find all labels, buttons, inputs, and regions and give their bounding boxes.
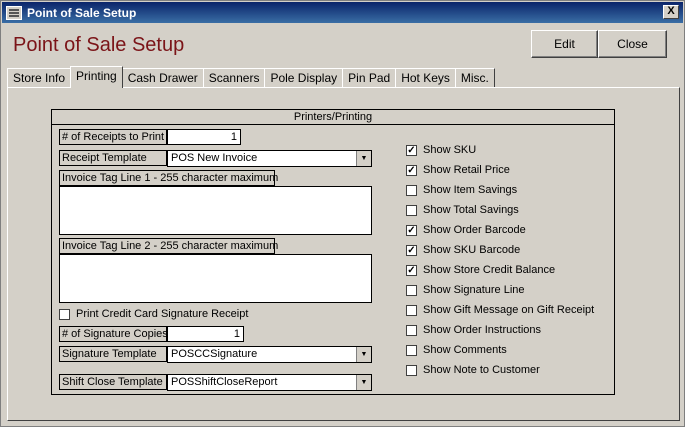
show-option-checkbox[interactable]: ✓ (406, 224, 417, 236)
edit-button[interactable]: Edit (531, 30, 598, 58)
print-signature-checkbox-row[interactable]: Print Credit Card Signature Receipt (59, 306, 248, 322)
show-option-row[interactable]: Show Signature Line (406, 282, 525, 298)
tab-store-info[interactable]: Store Info (7, 68, 72, 88)
show-option-row[interactable]: ✓ Show Order Barcode (406, 222, 526, 238)
show-option-row[interactable]: ✓ Show Retail Price (406, 162, 510, 178)
show-option-checkbox[interactable] (406, 184, 417, 196)
tab-misc[interactable]: Misc. (454, 68, 495, 88)
tag-line-2-textarea[interactable] (59, 254, 372, 303)
signature-template-label: Signature Template (59, 346, 167, 362)
title-bar: Point of Sale Setup X (2, 2, 683, 23)
show-option-checkbox[interactable] (406, 324, 417, 336)
show-option-label: Show Retail Price (423, 164, 510, 176)
show-option-checkbox[interactable] (406, 344, 417, 356)
shift-template-label: Shift Close Template (59, 374, 167, 390)
show-option-checkbox[interactable]: ✓ (406, 164, 417, 176)
show-option-row[interactable]: ✓ Show Store Credit Balance (406, 262, 555, 278)
window-close-button[interactable]: X (663, 5, 679, 19)
tag-line-1-label: Invoice Tag Line 1 - 255 character maxim… (59, 170, 278, 186)
receipt-template-label: Receipt Template (59, 150, 167, 166)
show-option-checkbox[interactable] (406, 304, 417, 316)
print-signature-checkbox[interactable] (59, 308, 70, 320)
show-option-checkbox[interactable] (406, 284, 417, 296)
tab-cash-drawer[interactable]: Cash Drawer (121, 68, 204, 88)
show-option-label: Show SKU (423, 144, 477, 156)
dropdown-arrow-icon[interactable]: ▼ (356, 375, 371, 390)
show-option-row[interactable]: Show Total Savings (406, 202, 519, 218)
show-option-label: Show Signature Line (423, 284, 525, 296)
shift-template-select[interactable]: POSShiftCloseReport ▼ (167, 374, 372, 391)
tab-printing[interactable]: Printing (70, 66, 123, 88)
dropdown-arrow-icon[interactable]: ▼ (356, 151, 371, 166)
receipts-label: # of Receipts to Print (59, 129, 167, 145)
tab-hot-keys[interactable]: Hot Keys (395, 68, 456, 88)
tag-line-1-textarea[interactable] (59, 186, 372, 235)
show-option-label: Show Gift Message on Gift Receipt (423, 304, 595, 316)
show-option-label: Show Item Savings (423, 184, 518, 196)
dropdown-arrow-icon[interactable]: ▼ (356, 347, 371, 362)
page-title: Point of Sale Setup (13, 34, 185, 56)
show-option-checkbox[interactable]: ✓ (406, 264, 417, 276)
show-option-row[interactable]: Show Gift Message on Gift Receipt (406, 302, 594, 318)
show-option-label: Show Total Savings (423, 204, 519, 216)
pos-setup-window: Point of Sale Setup X Point of Sale Setu… (0, 0, 685, 427)
show-option-row[interactable]: ✓ Show SKU Barcode (406, 242, 520, 258)
close-button[interactable]: Close (598, 30, 667, 58)
window-title: Point of Sale Setup (27, 5, 137, 20)
group-title: Printers/Printing (52, 110, 614, 125)
show-option-label: Show Order Barcode (423, 224, 526, 236)
show-option-row[interactable]: Show Comments (406, 342, 507, 358)
print-signature-label: Print Credit Card Signature Receipt (76, 308, 249, 320)
show-option-label: Show SKU Barcode (423, 244, 521, 256)
receipts-count-input[interactable]: 1 (167, 129, 241, 145)
show-option-checkbox[interactable] (406, 364, 417, 376)
signature-template-value: POSCCSignature (171, 348, 258, 360)
tab-scanners[interactable]: Scanners (202, 68, 266, 88)
signature-copies-input[interactable]: 1 (167, 326, 244, 342)
show-option-row[interactable]: Show Item Savings (406, 182, 517, 198)
signature-template-select[interactable]: POSCCSignature ▼ (167, 346, 372, 363)
show-option-checkbox[interactable]: ✓ (406, 144, 417, 156)
tab-pin-pad[interactable]: Pin Pad (342, 68, 397, 88)
tab-pole-display[interactable]: Pole Display (264, 68, 344, 88)
show-option-checkbox[interactable]: ✓ (406, 244, 417, 256)
show-option-label: Show Store Credit Balance (423, 264, 556, 276)
receipt-template-value: POS New Invoice (171, 152, 258, 164)
tag-line-2-label: Invoice Tag Line 2 - 255 character maxim… (59, 238, 278, 254)
signature-copies-label: # of Signature Copies (59, 326, 168, 342)
form-icon (6, 5, 22, 20)
shift-template-value: POSShiftCloseReport (171, 376, 278, 388)
show-option-label: Show Note to Customer (423, 364, 540, 376)
show-option-checkbox[interactable] (406, 204, 417, 216)
receipt-template-select[interactable]: POS New Invoice ▼ (167, 150, 372, 167)
tab-strip: Store Info Printing Cash Drawer Scanners… (7, 66, 495, 88)
show-option-row[interactable]: ✓ Show SKU (406, 142, 476, 158)
show-option-row[interactable]: Show Order Instructions (406, 322, 541, 338)
show-option-label: Show Comments (423, 344, 507, 356)
show-option-label: Show Order Instructions (423, 324, 541, 336)
show-option-row[interactable]: Show Note to Customer (406, 362, 540, 378)
